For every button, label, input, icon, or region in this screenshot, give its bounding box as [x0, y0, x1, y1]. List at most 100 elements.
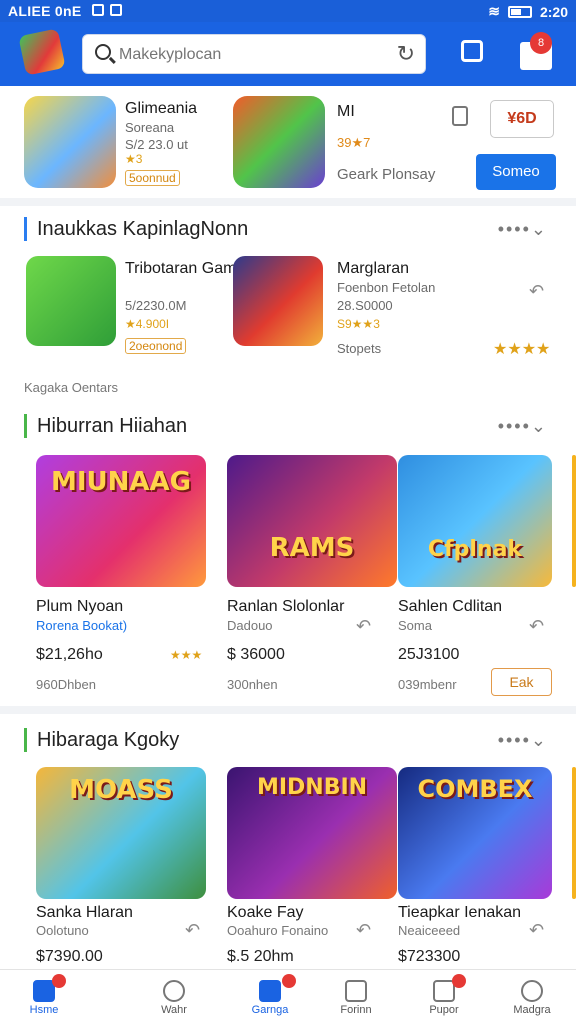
card-sub: Rorena Bookat) [36, 618, 128, 633]
nav-games[interactable]: Garnga [230, 976, 310, 1016]
nav-label: Garnga [251, 1004, 289, 1016]
game-card-art[interactable]: MOASS [36, 767, 206, 899]
featured-tag: 5oonnud [125, 170, 180, 186]
card-price: $21,26ho [36, 646, 103, 663]
app-name[interactable]: Marglaran [337, 260, 409, 278]
share-icon[interactable] [452, 106, 468, 126]
share-icon[interactable]: ↶ [356, 616, 371, 637]
nav-forum[interactable]: Forinn [316, 976, 396, 1016]
device-icon[interactable] [461, 40, 483, 62]
app-rating-stars: ★★★★ [493, 341, 551, 358]
divider [0, 706, 576, 714]
nav-popular[interactable]: Pupor [404, 976, 484, 1016]
game-card-art[interactable]: Cfplnak [398, 455, 552, 587]
wifi-icon: ≋ [488, 3, 500, 19]
nav-watch[interactable]: Wahr [134, 976, 214, 1016]
compass-icon [163, 980, 185, 1002]
divider [0, 198, 576, 206]
featured-sub: Soreana [125, 120, 175, 135]
featured-name[interactable]: MI [337, 103, 355, 121]
featured-meta: S/2 23.0 ut [125, 137, 188, 152]
share-icon[interactable]: ↶ [529, 281, 544, 302]
share-icon[interactable]: ↶ [185, 920, 200, 941]
app-header: ↻ 8 [0, 22, 576, 86]
more-icon[interactable]: ••••⌄ [498, 730, 548, 751]
nav-label: Forinn [340, 1004, 372, 1016]
camera-icon [110, 4, 122, 16]
status-right: ≋ 2:20 [488, 3, 568, 20]
app-icon[interactable] [233, 256, 323, 346]
app-extra: Stopets [337, 341, 382, 356]
nav-badge [452, 974, 466, 988]
section-title: Hibaraga Kgoky [24, 728, 179, 752]
card-sub: Dadouo [227, 618, 273, 633]
more-icon[interactable]: ••••⌄ [498, 219, 548, 240]
section-title: Hiburran Hiiahan [24, 414, 187, 438]
search-bar[interactable]: ↻ [82, 34, 426, 74]
card-stars: ★★★ [170, 648, 203, 662]
cart-badge: 8 [530, 32, 552, 54]
search-input[interactable] [119, 43, 369, 67]
card-size: 300nhen [227, 677, 278, 692]
refresh-icon[interactable]: ↻ [397, 42, 415, 66]
card-sub: Neaiceeed [398, 923, 461, 938]
app-sub: 28.S0000 [337, 298, 393, 313]
forum-icon [345, 980, 367, 1002]
app-stars: S9★★3 [337, 317, 380, 331]
card-art-text: RAMS [269, 533, 355, 563]
share-icon[interactable]: ↶ [356, 920, 371, 941]
nav-profile[interactable]: Madgra [492, 976, 572, 1016]
search-icon [95, 44, 111, 60]
status-time: 2:20 [539, 3, 568, 20]
featured-developer: Geark Plonsay [337, 166, 436, 183]
app-tag: 2oeonond [125, 338, 187, 354]
card-sub: Ooahuro Fonaino [227, 923, 329, 938]
app-meta: 5/2230.0M [125, 298, 187, 313]
card-price: $7390.00 [36, 948, 103, 965]
promo-button[interactable]: ¥6D [490, 100, 554, 138]
featured-name[interactable]: Glimeania [125, 100, 197, 118]
app-logo[interactable] [18, 28, 66, 76]
notification-icon [92, 4, 104, 16]
card-price: $ 36000 [227, 646, 285, 663]
app-name[interactable]: Tribotaran Game [125, 260, 245, 278]
card-name[interactable]: Sahlen Cdlitan [398, 598, 502, 616]
featured-stars: ★3 [125, 152, 143, 166]
nav-label: Hsme [29, 1004, 59, 1016]
install-button[interactable]: Someo [476, 154, 556, 190]
nav-home[interactable]: Hsme [4, 976, 84, 1016]
more-icon[interactable]: ••••⌄ [498, 416, 548, 437]
profile-icon [521, 980, 543, 1002]
card-name[interactable]: Koake Fay [227, 904, 303, 922]
gamepad-icon [259, 980, 281, 1002]
card-art-text: COMBEX [417, 775, 533, 803]
game-card-art[interactable]: RAMS [227, 455, 397, 587]
card-art-text: MOASS [69, 775, 173, 805]
card-name[interactable]: Ranlan Slolonlar [227, 598, 344, 616]
card-price: 25J3100 [398, 646, 460, 663]
card-name[interactable]: Tieapkar Ienakan [398, 904, 521, 922]
game-card-art[interactable]: MIDNBIN [227, 767, 397, 899]
card-name[interactable]: Plum Nyoan [36, 598, 123, 616]
bottom-nav: Hsme Wahr Garnga Forinn Pupor Madgra [0, 969, 576, 1024]
featured-app-icon[interactable] [233, 96, 325, 188]
nav-label: Madgra [513, 1004, 551, 1016]
battery-icon [507, 5, 532, 18]
game-card-art[interactable]: MIUNAAG [36, 455, 206, 587]
next-card-peek [572, 455, 576, 587]
app-stars: ★4.900I [125, 317, 170, 331]
nav-label: Wahr [161, 1004, 187, 1016]
share-icon[interactable]: ↶ [529, 920, 544, 941]
card-sub: Soma [398, 618, 432, 633]
share-icon[interactable]: ↶ [529, 616, 544, 637]
card-action-button[interactable]: Eak [491, 668, 552, 696]
featured-app-icon[interactable] [24, 96, 116, 188]
app-meta: Foenbon Fetolan [337, 280, 436, 295]
game-card-art[interactable]: COMBEX [398, 767, 552, 899]
card-size: 039mbenr [398, 677, 457, 692]
status-left-text: ALIEE 0nE [8, 3, 82, 19]
status-icons [92, 4, 122, 16]
status-bar: ALIEE 0nE ≋ 2:20 [0, 0, 576, 22]
app-icon[interactable] [26, 256, 116, 346]
card-name[interactable]: Sanka Hlaran [36, 904, 133, 922]
